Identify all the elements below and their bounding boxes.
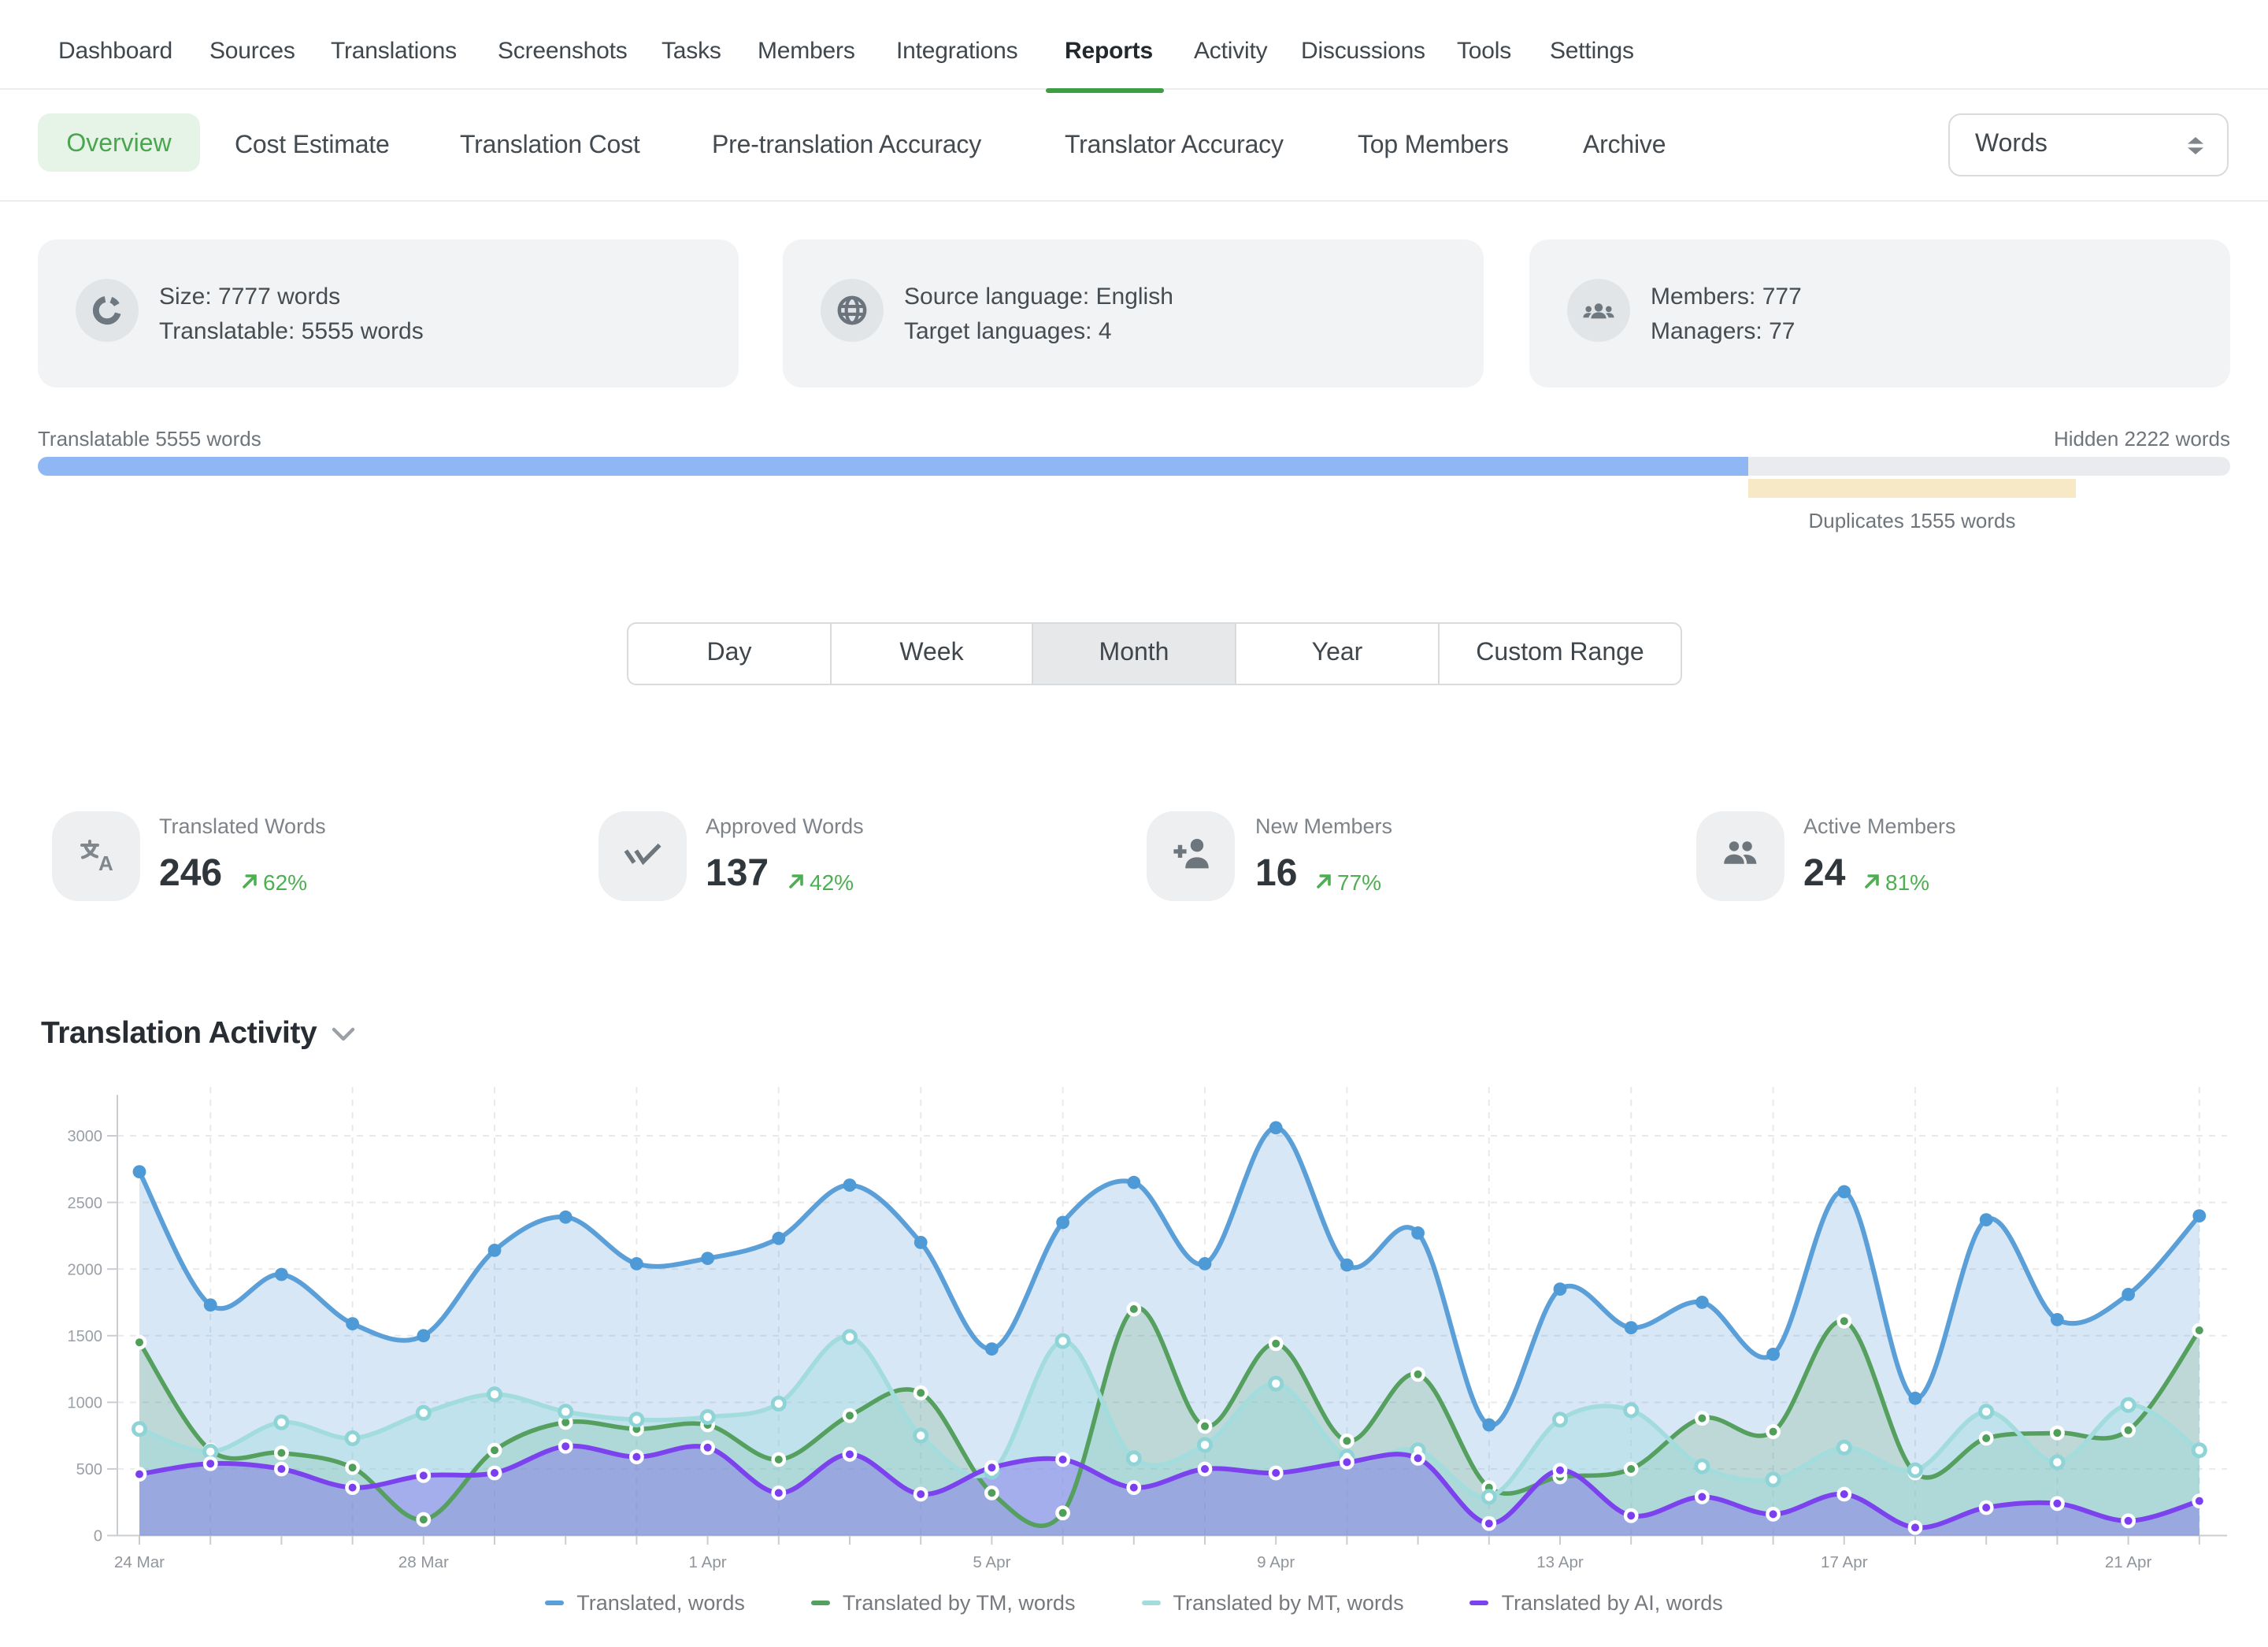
svg-text:21 Apr: 21 Apr — [2105, 1553, 2152, 1571]
svg-text:1500: 1500 — [68, 1328, 103, 1345]
svg-text:2000: 2000 — [68, 1261, 103, 1278]
svg-text:9 Apr: 9 Apr — [1257, 1553, 1295, 1571]
svg-text:28 Mar: 28 Mar — [398, 1553, 449, 1571]
svg-text:1000: 1000 — [68, 1395, 103, 1412]
svg-text:24 Mar: 24 Mar — [114, 1553, 165, 1571]
svg-text:3000: 3000 — [68, 1128, 103, 1145]
svg-text:1 Apr: 1 Apr — [689, 1553, 727, 1571]
svg-text:500: 500 — [76, 1461, 102, 1478]
svg-text:0: 0 — [94, 1528, 102, 1545]
svg-text:2500: 2500 — [68, 1195, 103, 1212]
svg-text:A: A — [98, 851, 113, 875]
svg-text:5 Apr: 5 Apr — [973, 1553, 1010, 1571]
svg-text:17 Apr: 17 Apr — [1821, 1553, 1868, 1571]
svg-text:13 Apr: 13 Apr — [1536, 1553, 1584, 1571]
